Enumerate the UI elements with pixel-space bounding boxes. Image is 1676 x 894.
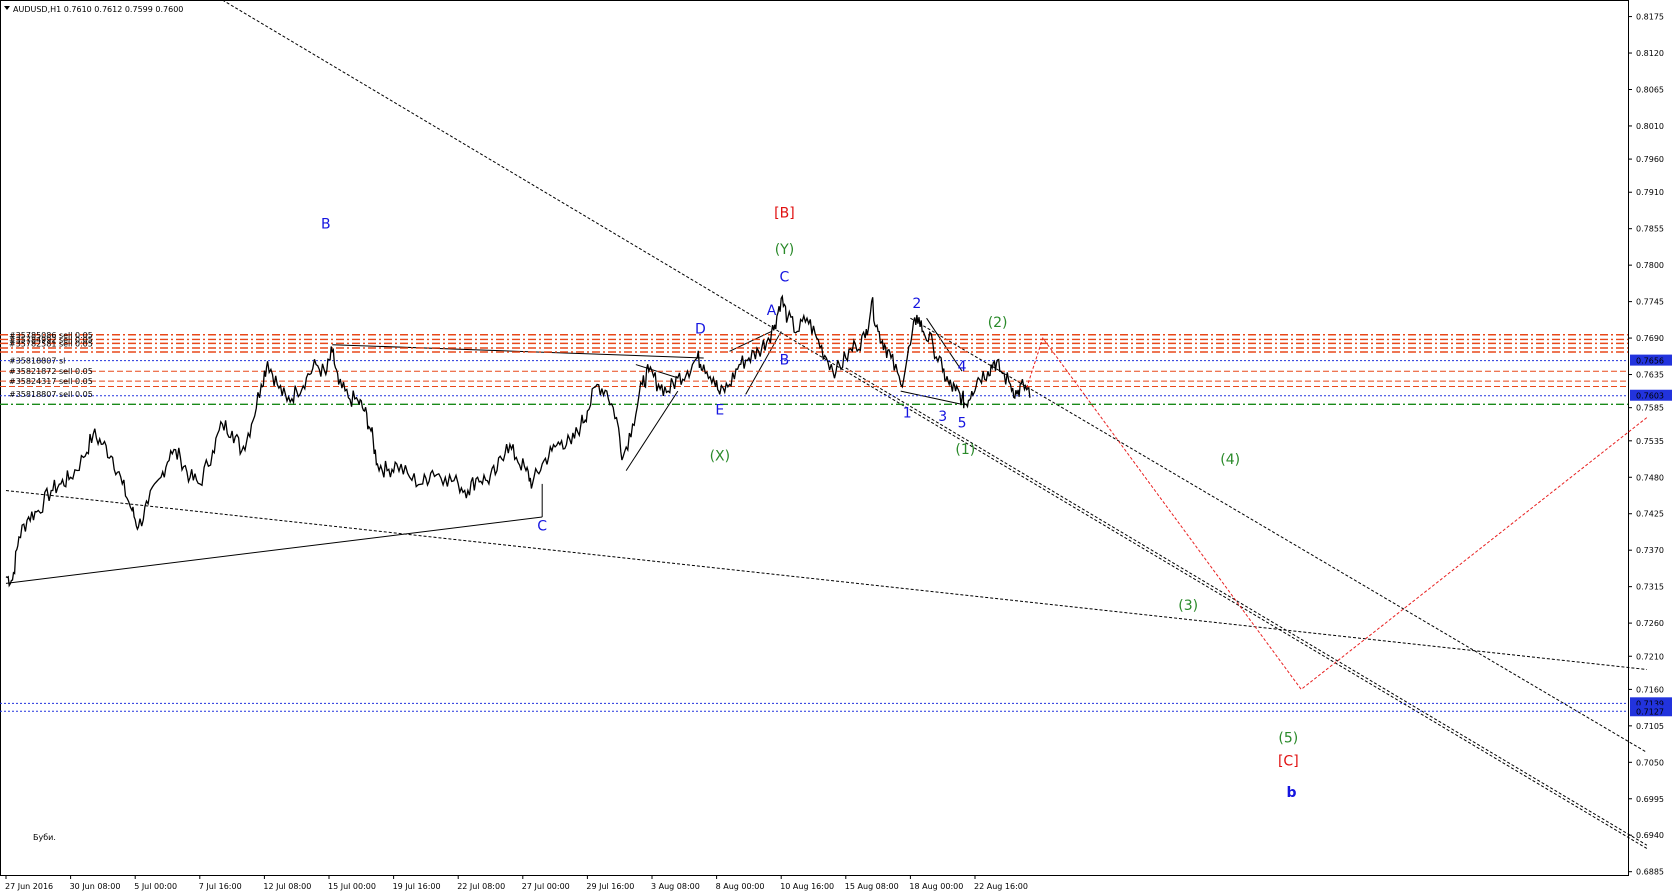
y-tick-label: 0.6995: [1636, 795, 1664, 804]
y-tick-label: 0.7800: [1636, 261, 1664, 270]
price-badge-label: 0.7603: [1636, 392, 1664, 401]
wave-label: A: [767, 303, 777, 319]
y-tick-label: 0.8175: [1636, 13, 1664, 22]
x-tick-label: 5 Jul 00:00: [134, 882, 177, 891]
y-tick-label: 0.8120: [1636, 49, 1664, 58]
price-badge-label: 0.7127: [1636, 707, 1664, 716]
wave-label: 1: [903, 406, 912, 422]
wave-label: (X): [710, 449, 731, 465]
x-tick-label: 27 Jul 00:00: [522, 882, 570, 891]
x-tick-label: 15 Aug 08:00: [845, 882, 899, 891]
x-tick-label: 30 Jun 08:00: [70, 882, 121, 891]
y-tick-label: 0.7690: [1636, 334, 1664, 343]
y-tick-label: 0.7315: [1636, 583, 1664, 592]
x-tick-label: 27 Jun 2016: [5, 882, 53, 891]
wave-label: b: [1287, 785, 1297, 801]
wave-label: 3: [938, 409, 947, 425]
y-tick-label: 0.7910: [1636, 188, 1664, 197]
y-tick-label: 0.7855: [1636, 225, 1664, 234]
y-tick-label: 0.7105: [1636, 722, 1664, 731]
y-tick-label: 0.7745: [1636, 298, 1664, 307]
y-tick-label: 0.7260: [1636, 619, 1664, 628]
wave-label: C: [537, 518, 547, 534]
chart-title-group: AUDUSD,H1 0.7610 0.7612 0.7599 0.7600: [4, 5, 183, 14]
chart-background: [0, 0, 1676, 894]
y-tick-label: 0.7050: [1636, 758, 1664, 767]
y-tick-label: 0.8065: [1636, 85, 1664, 94]
wave-label: 2: [912, 296, 921, 312]
x-tick-label: 15 Jul 00:00: [328, 882, 376, 891]
wave-label: D: [695, 321, 706, 337]
y-tick-label: 0.7210: [1636, 652, 1664, 661]
y-tick-label: 0.6940: [1636, 831, 1664, 840]
y-tick-label: 0.7160: [1636, 685, 1664, 694]
order-label: #35818807 sell 0.05: [9, 390, 93, 399]
y-tick-label: 0.7535: [1636, 437, 1664, 446]
y-tick-label: 0.6885: [1636, 868, 1664, 877]
y-tick-label: 0.8010: [1636, 122, 1664, 131]
y-tick-label: 0.7425: [1636, 510, 1664, 519]
wave-label: B: [321, 217, 331, 233]
order-label: #35782581 sell 0.05: [9, 339, 93, 348]
y-tick-label: 0.7960: [1636, 155, 1664, 164]
x-tick-label: 12 Jul 08:00: [263, 882, 311, 891]
wave-label: 5: [958, 416, 967, 432]
x-tick-label: 8 Aug 00:00: [716, 882, 765, 891]
wave-label: (1): [955, 442, 975, 458]
x-tick-label: 29 Jul 16:00: [586, 882, 634, 891]
order-label: #35818807 sl: [9, 357, 65, 366]
price-chart[interactable]: B C D E (X) A B C (Y) [B] 1 2 3 4 5 (1) (2) (4) (3) (5) [C] b…: [0, 0, 1676, 894]
x-tick-label: 18 Aug 00:00: [909, 882, 963, 891]
wave-label: (5): [1278, 730, 1298, 746]
y-tick-label: 0.7585: [1636, 404, 1664, 413]
chart-window: B C D E (X) A B C (Y) [B] 1 2 3 4 5 (1) (2) (4) (3) (5) [C] b…: [0, 0, 1676, 894]
chart-title: AUDUSD,H1 0.7610 0.7612 0.7599 0.7600: [13, 5, 183, 14]
order-label: #35821872 sell 0.05: [9, 367, 93, 376]
x-tick-label: 7 Jul 16:00: [199, 882, 242, 891]
footer-note: Буби.: [33, 833, 56, 842]
wave-label: [B]: [774, 205, 795, 221]
price-badge-label: 0.7656: [1636, 357, 1664, 366]
x-tick-label: 3 Aug 08:00: [651, 882, 700, 891]
x-tick-label: 22 Jul 08:00: [457, 882, 505, 891]
wave-label: (4): [1220, 452, 1240, 468]
x-tick-label: 19 Jul 16:00: [393, 882, 441, 891]
y-tick-label: 0.7480: [1636, 473, 1664, 482]
wave-label: (Y): [775, 242, 794, 258]
wave-label: B: [780, 353, 790, 369]
order-label: #35824317 sell 0.05: [9, 377, 93, 386]
x-tick-label: 10 Aug 16:00: [780, 882, 834, 891]
wave-label: [C]: [1278, 754, 1299, 770]
x-tick-label: 22 Aug 16:00: [974, 882, 1028, 891]
wave-label: 4: [958, 359, 967, 375]
y-tick-label: 0.7635: [1636, 371, 1664, 380]
wave-label: (3): [1178, 598, 1198, 614]
wave-label: C: [780, 270, 790, 286]
wave-label: (2): [988, 315, 1008, 331]
y-tick-label: 0.7370: [1636, 546, 1664, 555]
wave-label: E: [715, 402, 724, 418]
